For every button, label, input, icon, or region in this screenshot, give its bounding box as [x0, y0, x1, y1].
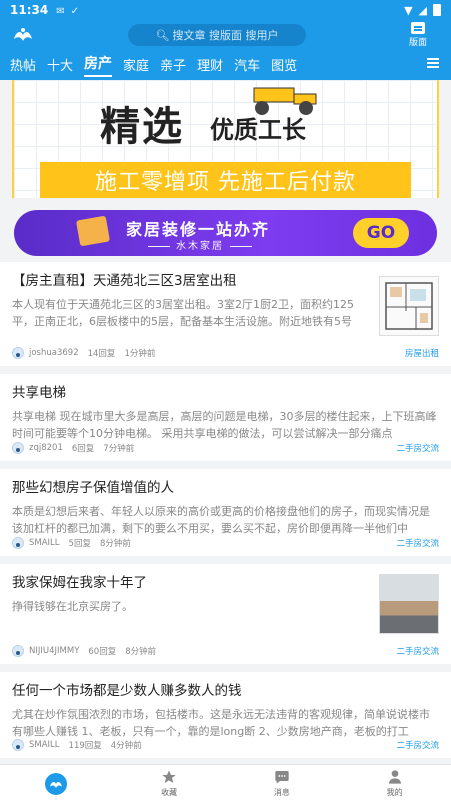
post-time: 7分钟前: [103, 444, 135, 454]
post-title[interactable]: 【房主直租】天通苑北三区3居室出租: [12, 272, 369, 291]
ad-banner-home-decor[interactable]: 家居装修一站办齐 水木家居 GO: [14, 210, 437, 256]
nav-profile-label: 我的: [386, 788, 403, 797]
nav-messages-label: 消息: [273, 788, 290, 797]
post-meta: NIJIU4JIMMY 60回复 8分钟前 二手房交流: [12, 638, 439, 664]
post-title[interactable]: 我家保姆在我家十年了: [12, 574, 369, 593]
post-card[interactable]: 共享电梯 共享电梯 现在城市里大多是高层，高层的问题是电梯，30多层的楼住起来，…: [0, 374, 451, 461]
post-title[interactable]: 任何一个市场都是少数人赚多数人的钱: [12, 682, 439, 701]
search-input[interactable]: 🔍︎ 搜文章 搜版面 搜用户: [128, 24, 306, 46]
post-thumbnail-floorplan[interactable]: [379, 276, 439, 336]
notification-icons: ✉ ✓: [56, 6, 79, 17]
post-board-tag[interactable]: 二手房交流: [396, 739, 439, 751]
delivery-box-icon: [75, 215, 111, 247]
avatar[interactable]: [12, 645, 24, 657]
post-replies: 5回复: [68, 539, 91, 549]
post-time: 4分钟前: [110, 741, 142, 751]
wifi-icon: ▼: [404, 3, 413, 17]
system-icons: ▼ ◢: [404, 4, 441, 17]
nav-favorites-label: 收藏: [161, 788, 178, 797]
post-replies: 60回复: [88, 647, 117, 657]
post-replies: 119回复: [68, 741, 102, 751]
post-board-tag[interactable]: 二手房交流: [396, 537, 439, 549]
post-time: 8分钟前: [125, 647, 157, 657]
post-excerpt: 挣得钱够在北京买房了。: [12, 600, 133, 613]
status-bar: 11:34 ✉ ✓ ▼ ◢: [0, 0, 451, 20]
battery-icon: [433, 4, 441, 16]
post-board-tag[interactable]: 二手房交流: [396, 645, 439, 657]
app-logo-icon[interactable]: [10, 23, 36, 47]
bottom-navigation: 收藏 消息 我的: [0, 764, 451, 802]
post-title[interactable]: 那些幻想房子保值增值的人: [12, 479, 439, 498]
post-replies: 14回复: [87, 349, 116, 359]
search-icon: 🔍︎: [155, 28, 170, 42]
tab-house[interactable]: 房产: [84, 53, 113, 77]
post-title[interactable]: 共享电梯: [12, 384, 439, 403]
avatar[interactable]: [12, 442, 24, 454]
status-time: 11:34: [10, 3, 49, 17]
post-thumbnail-room[interactable]: [379, 574, 439, 634]
nav-home[interactable]: [0, 765, 113, 802]
nav-messages[interactable]: 消息: [226, 765, 339, 802]
top-bar: 11:34 ✉ ✓ ▼ ◢ 🔍︎ 搜文章 搜版面 搜用户 版面 热帖 十大 房产 …: [0, 0, 451, 80]
nav-profile[interactable]: 我的: [338, 765, 451, 802]
person-icon: [388, 770, 401, 784]
post-card[interactable]: 我家保姆在我家十年了 挣得钱够在北京买房了。 NIJIU4JIMMY 60回复 …: [0, 564, 451, 664]
post-time: 8分钟前: [99, 539, 131, 549]
post-author[interactable]: SMAILL: [29, 740, 60, 750]
post-author[interactable]: NIJIU4JIMMY: [29, 646, 79, 656]
post-card[interactable]: 【房主直租】天通苑北三区3居室出租 本人现有位于天通苑北三区的3居室出租。3室2…: [0, 262, 451, 366]
post-time: 1分钟前: [124, 349, 156, 359]
post-meta: zqj8201 6回复 7分钟前 二手房交流: [12, 435, 439, 461]
tab-parenting[interactable]: 亲子: [160, 55, 186, 76]
category-tabs: 热帖 十大 房产 家庭 亲子 理财 汽车 图览: [0, 50, 451, 80]
post-card[interactable]: 任何一个市场都是少数人赚多数人的钱 尤其在炒作氛围浓烈的市场，包括楼市。这是永远…: [0, 672, 451, 758]
go-button[interactable]: GO: [353, 218, 409, 248]
tab-finance[interactable]: 理财: [197, 55, 223, 76]
star-icon: [162, 770, 176, 783]
post-replies: 6回复: [71, 444, 95, 454]
menu-icon[interactable]: [427, 58, 439, 68]
post-excerpt: 本人现有位于天通苑北三区的3居室出租。3室2厅1厨2卫，面积约125平，正南正北…: [12, 298, 354, 328]
post-board-tag[interactable]: 二手房交流: [396, 442, 439, 454]
tab-top10[interactable]: 十大: [47, 55, 73, 76]
tab-hot[interactable]: 热帖: [10, 55, 36, 76]
home-logo-icon: [45, 772, 68, 795]
banmian-label: 版面: [408, 38, 427, 48]
board-icon: [410, 22, 425, 34]
post-board-tag[interactable]: 房屋出租: [405, 347, 439, 359]
post-author[interactable]: zqj8201: [29, 443, 63, 453]
banner-strip: 施工零增项 先施工后付款: [40, 162, 411, 198]
post-feed: 【房主直租】天通苑北三区3居室出租 本人现有位于天通苑北三区的3居室出租。3室2…: [0, 262, 451, 766]
ad-banner-foreman[interactable]: 精选 优质工长 施工零增项 先施工后付款: [12, 80, 439, 198]
avatar[interactable]: [12, 347, 24, 359]
post-meta: joshua3692 14回复 1分钟前 房屋出租: [12, 340, 439, 366]
tab-family[interactable]: 家庭: [123, 55, 149, 76]
post-meta: SMAILL 119回复 4分钟前 二手房交流: [12, 732, 439, 758]
post-meta: SMAILL 5回复 8分钟前 二手房交流: [12, 530, 439, 556]
app-header: 🔍︎ 搜文章 搜版面 搜用户 版面: [0, 20, 451, 50]
avatar[interactable]: [12, 537, 24, 549]
banner2-line2: 水木家居: [142, 237, 258, 252]
banner-subline: 优质工长: [210, 116, 306, 144]
avatar[interactable]: [12, 739, 24, 751]
search-placeholder: 搜文章 搜版面 搜用户: [172, 29, 279, 42]
banmian-button[interactable]: 版面: [409, 22, 427, 48]
tab-auto[interactable]: 汽车: [234, 55, 260, 76]
signal-icon: ◢: [418, 3, 427, 17]
chat-icon: [275, 771, 289, 784]
nav-favorites[interactable]: 收藏: [113, 765, 226, 802]
tab-gallery[interactable]: 图览: [271, 55, 297, 76]
post-author[interactable]: joshua3692: [29, 348, 79, 358]
post-author[interactable]: SMAILL: [29, 538, 60, 548]
post-card[interactable]: 那些幻想房子保值增值的人 本质是幻想后来者、年轻人以原来的高价或更高的价格接盘他…: [0, 469, 451, 556]
banner-headline: 精选: [100, 104, 184, 150]
